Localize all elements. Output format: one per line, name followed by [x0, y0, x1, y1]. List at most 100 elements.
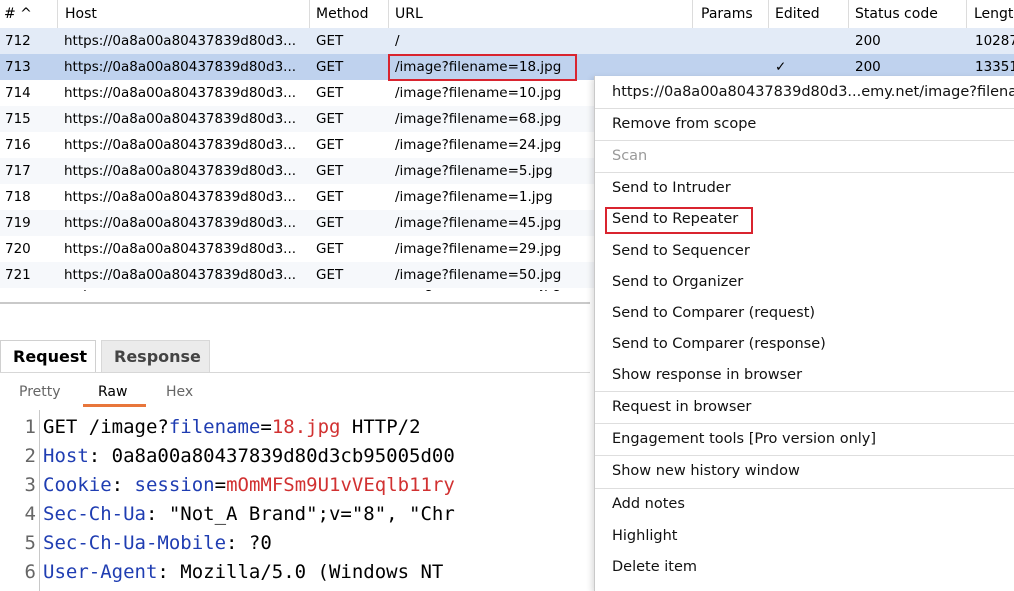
request-editor[interactable]: 1 GET /image?filename=18.jpg HTTP/2 2 Host:…	[0, 410, 590, 591]
line-number: 5	[24, 532, 36, 554]
column-header-number[interactable]: # ^	[0, 0, 58, 28]
row-host: https://0a8a00a80437839d80d3...	[64, 111, 297, 127]
menu-item-scan: Scan	[612, 148, 648, 164]
row-url: /image?filename=29.jpg	[395, 241, 562, 257]
line-code: Cookie: session=mOmMFSm9U1vVEqlb11ry	[43, 471, 455, 500]
menu-separator	[595, 172, 1014, 173]
subtab-pretty[interactable]: Pretty	[19, 384, 61, 400]
subtab-raw[interactable]: Raw	[98, 384, 127, 400]
tab-response[interactable]: Response	[101, 340, 210, 372]
row-host: https://0a8a00a80437839d80d3...	[64, 163, 297, 179]
row-url: /image?filename=50.jpg	[395, 267, 562, 283]
menu-item-send-to-intruder[interactable]: Send to Intruder	[595, 173, 1014, 203]
code-key: session	[134, 474, 215, 496]
line-code: Sec-Ch-Ua: "Not_A Brand";v="8", "Chr	[43, 500, 455, 529]
row-method: GET	[316, 111, 344, 127]
table-divider[interactable]	[0, 302, 590, 304]
row-number: 719	[5, 215, 31, 231]
menu-item-engagement-tools-pro-version-only[interactable]: Engagement tools [Pro version only]	[595, 424, 1014, 454]
row-number: 720	[5, 241, 31, 257]
code-key: filename	[168, 416, 261, 438]
row-url: /image?filename=1.jpg	[395, 189, 553, 205]
row-method: GET	[316, 241, 344, 257]
menu-item-send-to-sequencer[interactable]: Send to Sequencer	[595, 236, 1014, 266]
menu-separator	[595, 423, 1014, 424]
row-method: GET	[316, 137, 344, 153]
code-key: User-Agent	[43, 561, 158, 583]
code-text: : ?0	[226, 532, 272, 554]
menu-item-delete-item[interactable]: Delete item	[595, 552, 1014, 582]
row-host: https://0a8a00a80437839d80d3...	[64, 241, 297, 257]
table-row[interactable]: 712 https://0a8a00a80437839d80d3... GET / 20…	[0, 28, 1014, 54]
row-host: https://0a8a00a80437839d80d3...	[64, 59, 297, 75]
tab-request[interactable]: Request	[0, 340, 96, 372]
row-number: 718	[5, 189, 31, 205]
row-host-partial: https://0a8a00a80437839d80d3...	[64, 290, 296, 292]
row-number: 714	[5, 85, 31, 101]
menu-separator	[595, 488, 1014, 489]
row-url: /image?filename=68.jpg	[395, 111, 562, 127]
row-url: /image?filename=45.jpg	[395, 215, 562, 231]
column-header-host[interactable]: Host	[58, 0, 310, 28]
line-number: 2	[24, 445, 36, 467]
code-text: : Mozilla/5.0 (Windows NT	[157, 561, 444, 583]
row-host: https://0a8a00a80437839d80d3...	[64, 137, 297, 153]
row-url: /image?filename=10.jpg	[395, 85, 562, 101]
row-method-partial: GET	[316, 290, 343, 292]
menu-item-add-notes[interactable]: Add notes	[595, 489, 1014, 519]
row-host: https://0a8a00a80437839d80d3...	[64, 267, 297, 283]
row-number: 713	[5, 59, 31, 75]
menu-item-show-new-history-window[interactable]: Show new history window	[595, 456, 1014, 486]
column-header-params[interactable]: Params	[693, 0, 769, 28]
menu-separator	[595, 140, 1014, 141]
line-number: 4	[24, 503, 36, 525]
column-header-url[interactable]: URL	[389, 0, 693, 28]
menu-item-highlight[interactable]: Highlight	[595, 521, 1014, 551]
row-url: /	[395, 33, 400, 49]
code-value: 18.jpg	[271, 416, 341, 438]
menu-item-remove-from-scope[interactable]: Remove from scope	[595, 109, 1014, 139]
subtab-hex[interactable]: Hex	[166, 384, 193, 400]
code-text: HTTP/2	[340, 416, 421, 438]
row-number: 712	[5, 33, 31, 49]
row-number: 716	[5, 137, 31, 153]
line-number-gutter	[39, 410, 40, 591]
row-method: GET	[316, 267, 344, 283]
line-code: GET /image?filename=18.jpg HTTP/2	[43, 413, 421, 442]
menu-item-show-response-in-browser[interactable]: Show response in browser	[595, 360, 1014, 390]
row-number-partial: 722	[5, 290, 31, 292]
code-key: Cookie	[43, 474, 112, 496]
row-host: https://0a8a00a80437839d80d3...	[64, 189, 297, 205]
menu-separator	[595, 108, 1014, 109]
row-method: GET	[316, 163, 344, 179]
column-header-edited[interactable]: Edited	[769, 0, 849, 28]
column-header-status-code[interactable]: Status code	[849, 0, 967, 28]
column-header-method[interactable]: Method	[310, 0, 389, 28]
column-header-length[interactable]: Lengt	[967, 0, 1014, 28]
code-text: : "Not_A Brand";v="8", "Chr	[145, 503, 455, 525]
send-to-repeater-highlight-box	[605, 207, 753, 234]
line-code: Host: 0a8a00a80437839d80d3cb95005d00	[43, 442, 455, 471]
row-host: https://0a8a00a80437839d80d3...	[64, 85, 297, 101]
code-value: mOmMFSm9U1vVEqlb11ry	[226, 474, 455, 496]
menu-separator	[595, 391, 1014, 392]
code-text: :	[111, 474, 135, 496]
row-url-partial: /image?filename=40.jpg	[395, 290, 561, 292]
row-number: 717	[5, 163, 31, 179]
row-method: GET	[316, 189, 344, 205]
code-text: =	[214, 474, 227, 496]
code-text: GET /image?	[43, 416, 169, 438]
menu-item-send-to-comparer-response[interactable]: Send to Comparer (response)	[595, 329, 1014, 359]
url-highlight-box	[388, 54, 577, 81]
menu-item-send-to-comparer-request[interactable]: Send to Comparer (request)	[595, 298, 1014, 328]
row-method: GET	[316, 85, 344, 101]
line-number: 3	[24, 474, 36, 496]
table-row-partial[interactable]: 722 https://0a8a00a80437839d80d3... GET …	[0, 290, 590, 302]
menu-separator	[595, 455, 1014, 456]
menu-item-send-to-organizer[interactable]: Send to Organizer	[595, 267, 1014, 297]
row-url: /image?filename=24.jpg	[395, 137, 562, 153]
code-key: Sec-Ch-Ua	[43, 503, 146, 525]
row-status-code: 200	[855, 33, 881, 49]
menu-item-url[interactable]: https://0a8a00a80437839d80d3...emy.net/i…	[595, 77, 1014, 107]
menu-item-request-in-browser[interactable]: Request in browser	[595, 392, 1014, 422]
